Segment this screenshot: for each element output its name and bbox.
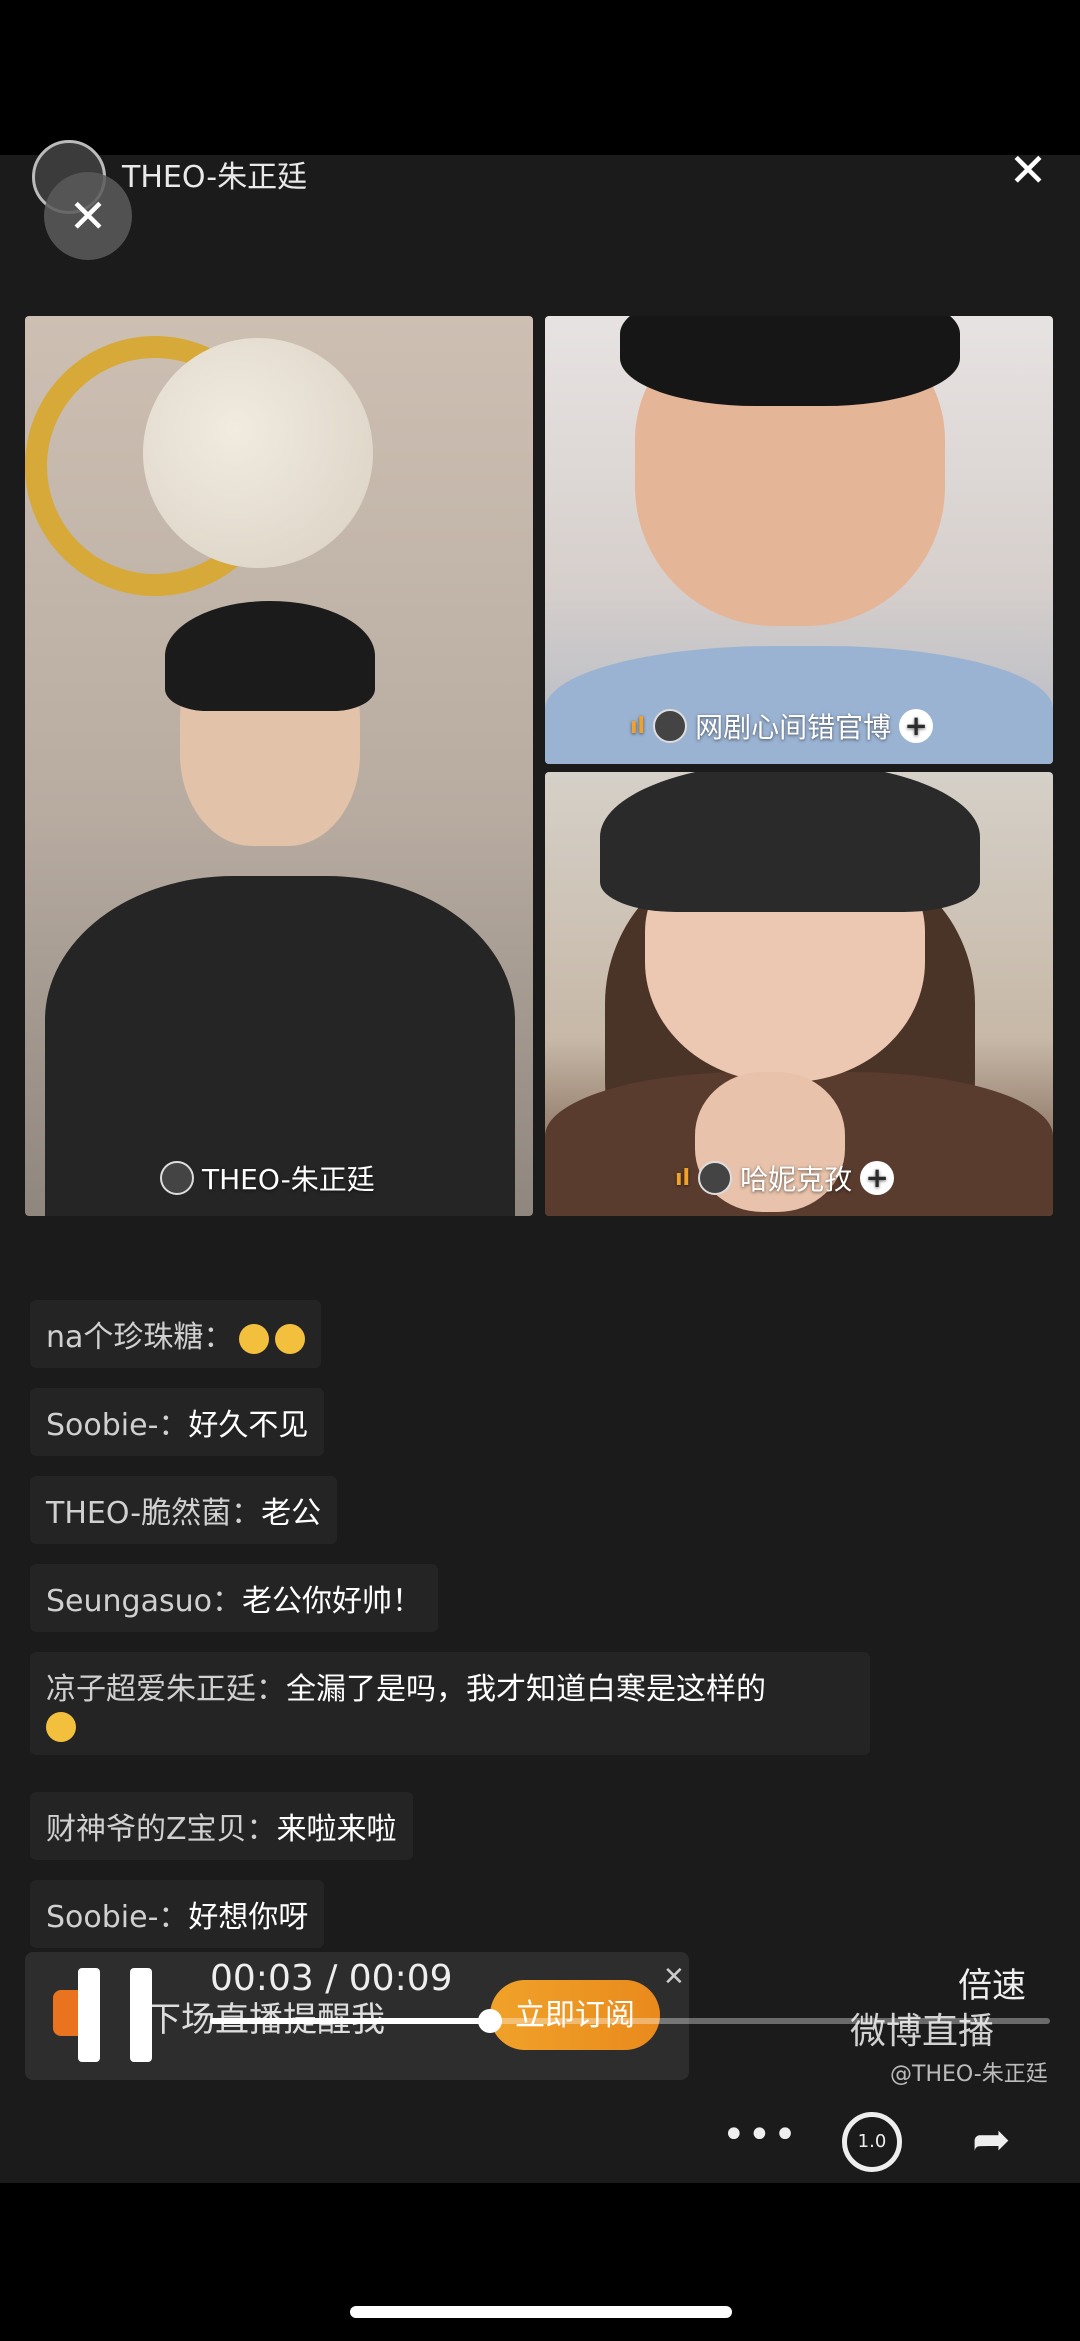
subscribe-button[interactable]: 立即订阅 bbox=[490, 1980, 660, 2050]
comment-user: Seungasuo： bbox=[46, 1584, 242, 1619]
guest-shirt bbox=[545, 646, 1053, 764]
comment-text: 好久不见 bbox=[188, 1408, 309, 1443]
tile-label-main: THEO-朱正廷 bbox=[160, 1158, 375, 1198]
speed-button[interactable]: 倍速 bbox=[958, 1958, 1026, 2007]
comment-user: 财神爷的Z宝贝： bbox=[46, 1812, 277, 1847]
avatar bbox=[698, 1161, 733, 1195]
weibo-logo: 微博直播 bbox=[850, 2011, 995, 2052]
wall-disc bbox=[143, 338, 373, 568]
guest-hair bbox=[620, 316, 960, 406]
comment-text: 老公你好帅！ bbox=[241, 1584, 422, 1619]
comment-text: 老公 bbox=[261, 1496, 322, 1531]
tile-name: 网剧心间错官博 bbox=[695, 711, 892, 744]
emoji-icon bbox=[239, 1323, 270, 1354]
comment-text: 来啦来啦 bbox=[276, 1812, 397, 1847]
comment-text: 好想你呀 bbox=[188, 1900, 309, 1935]
tile-label-guest-2: ıl 哈妮克孜 + bbox=[675, 1158, 895, 1198]
comment-user: Soobie-： bbox=[46, 1408, 189, 1443]
comment-user: 凉子超爱朱正廷： bbox=[46, 1672, 286, 1707]
pause-bar bbox=[78, 1968, 100, 2062]
comment-user: THEO-脆然菌： bbox=[46, 1496, 262, 1531]
playback-speed-icon[interactable]: 1.0 bbox=[842, 2112, 902, 2172]
emoji-icon bbox=[46, 1711, 76, 1742]
close-player-button[interactable]: ✕ bbox=[44, 172, 132, 260]
close-icon[interactable]: ✕ bbox=[998, 140, 1058, 200]
comment-item: Soobie-：好想你呀 bbox=[30, 1880, 325, 1948]
tile-label-guest-1: ıl 网剧心间错官博 + bbox=[630, 706, 934, 746]
comment-user: na个珍珠糖： bbox=[46, 1320, 234, 1355]
video-tile-main[interactable]: THEO-朱正廷 bbox=[25, 316, 533, 1216]
watermark-handle: @THEO-朱正廷 bbox=[890, 2062, 1048, 2087]
more-icon[interactable]: ••• bbox=[722, 2112, 799, 2182]
comment-item: na个珍珠糖： bbox=[30, 1300, 322, 1368]
progress-handle[interactable] bbox=[477, 2009, 502, 2033]
audio-bars-icon: ıl bbox=[675, 1165, 691, 1191]
avatar bbox=[160, 1161, 194, 1195]
emoji-icon bbox=[275, 1323, 306, 1354]
video-tile-guest-2[interactable]: ıl 哈妮克孜 + bbox=[545, 772, 1053, 1216]
guest-cap bbox=[600, 772, 980, 912]
avatar bbox=[653, 709, 688, 743]
streamer-hair bbox=[165, 601, 375, 711]
comment-item: 凉子超爱朱正廷：全漏了是吗，我才知道白寒是这样的 bbox=[30, 1652, 870, 1755]
tile-name: 哈妮克孜 bbox=[740, 1163, 853, 1196]
video-tile-guest-1[interactable]: ıl 网剧心间错官博 + bbox=[545, 316, 1053, 764]
comment-item: THEO-脆然菌：老公 bbox=[30, 1476, 338, 1544]
comment-item: 财神爷的Z宝贝：来啦来啦 bbox=[30, 1792, 413, 1860]
pause-bar bbox=[130, 1968, 152, 2062]
follow-plus-icon[interactable]: + bbox=[860, 1161, 895, 1195]
subscribe-text: 下场直播提醒我 bbox=[147, 2000, 385, 2040]
comment-item: Seungasuo：老公你好帅！ bbox=[30, 1564, 438, 1632]
close-icon[interactable]: ✕ bbox=[663, 1962, 685, 1992]
share-icon[interactable]: ➦ bbox=[972, 2112, 1011, 2182]
tile-name: THEO-朱正廷 bbox=[202, 1163, 375, 1196]
time-readout: 00:03 / 00:09 bbox=[210, 1958, 453, 1999]
pause-button[interactable] bbox=[78, 1968, 158, 2062]
follow-plus-icon[interactable]: + bbox=[899, 709, 934, 743]
comment-text: 全漏了是吗，我才知道白寒是这样的 bbox=[286, 1672, 766, 1707]
progress-fill bbox=[210, 2018, 490, 2024]
comment-user: Soobie-： bbox=[46, 1900, 189, 1935]
host-name: THEO-朱正廷 bbox=[122, 160, 308, 195]
home-indicator[interactable] bbox=[350, 2306, 732, 2318]
comment-item: Soobie-：好久不见 bbox=[30, 1388, 325, 1456]
audio-bars-icon: ıl bbox=[630, 713, 646, 739]
